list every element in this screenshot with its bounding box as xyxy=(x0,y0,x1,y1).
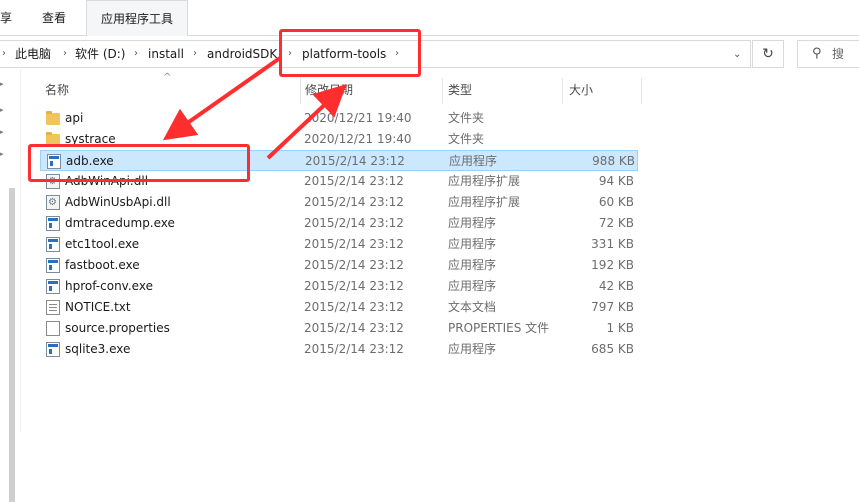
column-divider[interactable] xyxy=(300,78,301,104)
breadcrumb-androidsdk[interactable]: androidSDK xyxy=(207,41,277,67)
address-history-dropdown-icon[interactable]: ⌄ xyxy=(733,49,741,60)
chevron-right-icon[interactable]: › xyxy=(2,41,6,67)
chevron-right-icon[interactable]: › xyxy=(63,41,67,67)
file-type: 应用程序 xyxy=(448,342,497,356)
file-date: 2015/2/14 23:12 xyxy=(305,154,405,168)
file-name: source.properties xyxy=(65,321,170,335)
file-date: 2015/2/14 23:12 xyxy=(304,195,404,209)
file-type: 应用程序 xyxy=(448,216,497,230)
nav-expand-icon[interactable]: ▸ xyxy=(0,106,4,114)
file-date: 2015/2/14 23:12 xyxy=(304,237,404,251)
file-date: 2015/2/14 23:12 xyxy=(304,258,404,272)
file-type: 文本文档 xyxy=(448,300,497,314)
file-row-source-properties[interactable]: source.properties 2015/2/14 23:12 PROPER… xyxy=(40,318,638,339)
tab-share[interactable]: 享 xyxy=(0,0,20,35)
exe-icon xyxy=(46,279,60,294)
column-divider[interactable] xyxy=(641,78,642,104)
file-row-dmtracedump-exe[interactable]: dmtracedump.exe 2015/2/14 23:12 应用程序 72 … xyxy=(40,213,638,234)
file-size: 72 KB xyxy=(598,216,634,230)
file-date: 2015/2/14 23:12 xyxy=(304,174,404,188)
nav-scrollbar[interactable] xyxy=(9,188,15,502)
nav-expand-icon[interactable]: ▸ xyxy=(0,150,4,158)
column-divider[interactable] xyxy=(442,78,443,104)
file-size xyxy=(568,108,634,129)
file-row-fastboot-exe[interactable]: fastboot.exe 2015/2/14 23:12 应用程序 192 KB xyxy=(40,255,638,276)
file-date: 2015/2/14 23:12 xyxy=(304,279,404,293)
file-name: sqlite3.exe xyxy=(65,342,131,356)
file-size: 331 KB xyxy=(591,237,634,251)
file-name: fastboot.exe xyxy=(65,258,140,272)
file-date: 2020/12/21 19:40 xyxy=(304,132,412,146)
chevron-right-icon[interactable]: › xyxy=(193,41,197,67)
column-header-size[interactable]: 大小 xyxy=(569,72,639,102)
file-size: 42 KB xyxy=(598,279,634,293)
file-date: 2015/2/14 23:12 xyxy=(304,216,404,230)
file-type: 应用程序 xyxy=(448,237,497,251)
exe-icon xyxy=(46,258,60,273)
exe-icon xyxy=(46,342,60,357)
annotation-box-adb xyxy=(28,144,250,182)
file-row-notice-txt[interactable]: NOTICE.txt 2015/2/14 23:12 文本文档 797 KB xyxy=(40,297,638,318)
file-row-adbwinusbapi-dll[interactable]: AdbWinUsbApi.dll 2015/2/14 23:12 应用程序扩展 … xyxy=(40,192,638,213)
exe-icon xyxy=(46,216,60,231)
column-header-type[interactable]: 类型 xyxy=(448,72,558,102)
file-icon xyxy=(46,321,60,336)
tab-view[interactable]: 查看 xyxy=(42,0,66,35)
navigation-pane[interactable]: ▸ ▸ ▸ ▸ xyxy=(0,70,21,502)
file-size: 988 KB xyxy=(592,154,635,168)
nav-expand-icon[interactable]: ▸ xyxy=(0,80,4,88)
file-size: 797 KB xyxy=(591,300,634,314)
column-header-name[interactable]: 名称 xyxy=(45,72,295,102)
file-size: 685 KB xyxy=(591,342,634,356)
file-type: 文件夹 xyxy=(448,111,485,125)
dll-icon xyxy=(46,195,60,210)
file-name: AdbWinUsbApi.dll xyxy=(65,195,171,209)
file-name: etc1tool.exe xyxy=(65,237,140,251)
file-type: PROPERTIES 文件 xyxy=(448,321,550,335)
refresh-icon: ↻ xyxy=(762,46,774,62)
search-placeholder: 搜 xyxy=(832,47,845,61)
annotation-box-path xyxy=(279,29,421,77)
ribbon: 享 查看 应用程序工具 xyxy=(0,0,859,37)
file-name: api xyxy=(65,111,84,125)
breadcrumb-this-pc[interactable]: 此电脑 xyxy=(15,41,51,67)
file-type: 应用程序 xyxy=(449,154,498,168)
file-type: 文件夹 xyxy=(448,132,485,146)
file-type: 应用程序 xyxy=(448,279,497,293)
file-date: 2020/12/21 19:40 xyxy=(304,111,412,125)
file-size: 1 KB xyxy=(606,321,634,335)
file-size: 94 KB xyxy=(598,174,634,188)
file-row-hprof-conv-exe[interactable]: hprof-conv.exe 2015/2/14 23:12 应用程序 42 K… xyxy=(40,276,638,297)
file-date: 2015/2/14 23:12 xyxy=(304,342,404,356)
exe-icon xyxy=(46,237,60,252)
column-divider[interactable] xyxy=(562,78,563,104)
search-icon: ⚲ xyxy=(812,46,822,61)
file-type: 应用程序 xyxy=(448,258,497,272)
text-file-icon xyxy=(46,300,60,315)
file-date: 2015/2/14 23:12 xyxy=(304,300,404,314)
file-name: NOTICE.txt xyxy=(65,300,131,314)
tab-application-tools[interactable]: 应用程序工具 xyxy=(86,0,188,37)
file-type: 应用程序扩展 xyxy=(448,195,521,209)
file-row-sqlite3-exe[interactable]: sqlite3.exe 2015/2/14 23:12 应用程序 685 KB xyxy=(40,339,638,360)
file-row-etc1tool-exe[interactable]: etc1tool.exe 2015/2/14 23:12 应用程序 331 KB xyxy=(40,234,638,255)
refresh-button[interactable]: ↻ xyxy=(752,40,784,68)
file-name: hprof-conv.exe xyxy=(65,279,153,293)
folder-icon xyxy=(46,111,60,125)
file-type: 应用程序扩展 xyxy=(448,174,521,188)
file-size: 192 KB xyxy=(591,258,634,272)
file-name: dmtracedump.exe xyxy=(65,216,175,230)
address-row: › 此电脑 › 软件 (D:) › install › androidSDK ›… xyxy=(0,36,859,70)
chevron-right-icon[interactable]: › xyxy=(134,41,138,67)
file-date: 2015/2/14 23:12 xyxy=(304,321,404,335)
breadcrumb-drive-d[interactable]: 软件 (D:) xyxy=(75,41,125,67)
nav-expand-icon[interactable]: ▸ xyxy=(0,128,4,136)
file-row-api[interactable]: api 2020/12/21 19:40 文件夹 xyxy=(40,108,638,129)
search-input[interactable]: ⚲ 搜 xyxy=(797,40,859,68)
file-size: 60 KB xyxy=(598,195,634,209)
file-size xyxy=(568,129,634,150)
breadcrumb-install[interactable]: install xyxy=(148,41,184,67)
